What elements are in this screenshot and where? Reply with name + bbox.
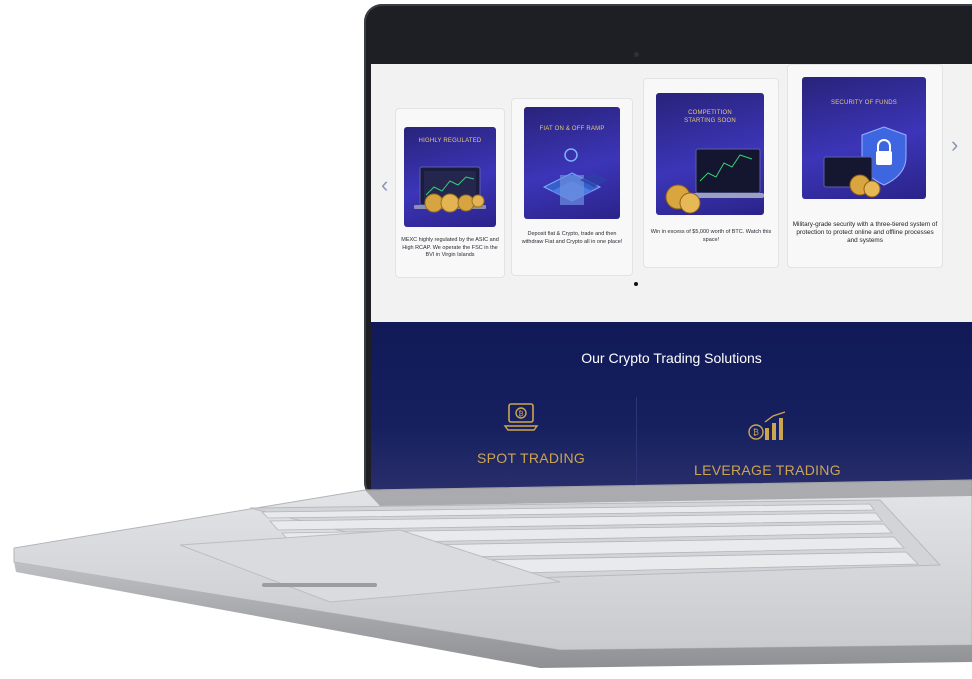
- card-image: COMPETITION STARTING SOON: [656, 93, 764, 215]
- solutions-section: Our Crypto Trading Solutions ₿ SPOT TRAD…: [371, 322, 972, 494]
- svg-text:₿: ₿: [518, 410, 523, 418]
- card-text: Deposit fiat & Crypto, trade and then wi…: [521, 231, 623, 245]
- feature-card[interactable]: SECURITY OF FUNDS Military-grade securit…: [787, 64, 943, 268]
- divider: [636, 397, 637, 494]
- spot-trading-label[interactable]: SPOT TRADING: [477, 450, 585, 466]
- carousel-next-button[interactable]: ›: [951, 134, 958, 156]
- card-text: MEXC highly regulated by the ASIC and Hi…: [401, 237, 499, 258]
- carousel-prev-button[interactable]: ‹: [381, 174, 388, 196]
- section-title: Our Crypto Trading Solutions: [581, 350, 762, 366]
- card-text: Win in excess of $5,000 worth of BTC. Wa…: [650, 229, 772, 243]
- camera-icon: [634, 52, 639, 57]
- card-image: FIAT ON & OFF RAMP: [524, 107, 620, 219]
- card-text: Military-grade security with a three-tie…: [792, 221, 938, 244]
- card-image: HIGHLY REGULATED: [404, 127, 496, 227]
- carousel-indicator[interactable]: [634, 282, 638, 286]
- screen: ‹ › HIGHLY REGULATED MEXC highly regulat…: [371, 64, 972, 494]
- bitcoin-laptop-icon: ₿: [503, 403, 539, 431]
- svg-text:₿: ₿: [753, 428, 759, 437]
- feature-card[interactable]: HIGHLY REGULATED MEXC highly regulated b…: [395, 108, 505, 278]
- card-image: SECURITY OF FUNDS: [802, 77, 926, 199]
- bitcoin-bar-chart-icon: ₿: [748, 411, 786, 440]
- feature-card[interactable]: FIAT ON & OFF RAMP Deposit fiat & Crypto…: [511, 98, 633, 276]
- feature-card[interactable]: COMPETITION STARTING SOON Win in excess …: [643, 78, 779, 268]
- leverage-trading-label[interactable]: LEVERAGE TRADING: [694, 462, 841, 478]
